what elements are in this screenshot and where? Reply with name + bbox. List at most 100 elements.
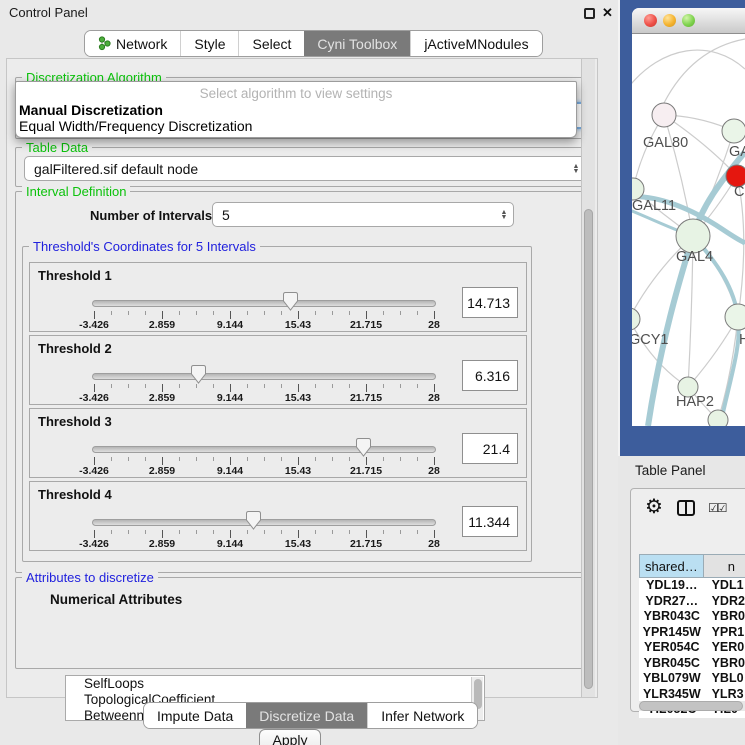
table-h-scrollbar-thumb[interactable] (639, 701, 743, 711)
threshold-slider-track[interactable] (92, 446, 436, 453)
column-header[interactable]: n (704, 554, 745, 578)
split-columns-icon[interactable] (677, 500, 695, 516)
panel-scrollbar-thumb[interactable] (584, 209, 593, 689)
table-cell[interactable]: YBR043C (639, 609, 705, 625)
minor-tick (196, 311, 197, 315)
threshold-value-field[interactable]: 14.713 (462, 287, 518, 318)
table-cell[interactable]: YER0 (705, 640, 745, 656)
gear-icon[interactable]: ⚙ (645, 497, 663, 517)
threshold-value-field[interactable]: 21.4 (462, 433, 518, 464)
table-cell[interactable]: YPR145W (639, 625, 705, 641)
table-cell[interactable]: YBL0 (705, 671, 745, 687)
algorithm-option-2[interactable]: Equal Width/Frequency Discretization (19, 118, 252, 134)
algorithm-option-1[interactable]: Manual Discretization (19, 102, 163, 118)
tab-network[interactable]: Network (85, 31, 180, 56)
major-tick (230, 311, 231, 319)
tab-cyni-toolbox[interactable]: Cyni Toolbox (304, 31, 410, 56)
float-window-icon[interactable] (584, 8, 595, 19)
tab-jactivemnodules[interactable]: jActiveMNodules (410, 31, 541, 56)
tab-infer-network[interactable]: Infer Network (367, 703, 477, 728)
tick-label: 2.859 (149, 392, 175, 404)
network-node[interactable] (676, 219, 710, 253)
table-data-combo[interactable]: galFiltered.sif default node ▲▼ (24, 156, 586, 181)
table-row[interactable]: YLR345WYLR3 (639, 687, 745, 703)
tab-discretize-data[interactable]: Discretize Data (246, 703, 367, 728)
network-edge[interactable] (664, 39, 745, 103)
tab-impute-data[interactable]: Impute Data (144, 703, 246, 728)
attribute-list-item[interactable]: SelfLoops (66, 676, 484, 692)
major-tick (230, 457, 231, 465)
network-node[interactable] (652, 103, 676, 127)
table-cell[interactable]: YPR1 (705, 625, 745, 641)
tab-style[interactable]: Style (180, 31, 238, 56)
table-cell[interactable]: YBR0 (705, 609, 745, 625)
table-cell[interactable]: YBL079W (639, 671, 705, 687)
checkbox-icons[interactable]: ☑☑ (708, 501, 726, 515)
thresholds-group: Threshold's Coordinates for 5 Intervals … (22, 246, 532, 562)
minor-tick (213, 384, 214, 388)
threshold-slider-track[interactable] (92, 300, 436, 307)
table-row[interactable]: YER054CYER0 (639, 640, 745, 656)
threshold-slider-handle[interactable] (283, 292, 298, 311)
close-icon[interactable]: ✕ (602, 5, 613, 21)
threshold-slider-handle[interactable] (356, 438, 371, 457)
number-of-intervals-combo[interactable]: 5 ▲▼ (212, 202, 514, 227)
table-cell[interactable]: YDR2 (705, 594, 745, 610)
table-row[interactable]: YDL19…YDL1 (639, 578, 745, 594)
close-traffic-light-icon[interactable] (644, 14, 657, 27)
table-row[interactable]: YBR043CYBR0 (639, 609, 745, 625)
minor-tick (400, 457, 401, 461)
minor-tick (349, 530, 350, 534)
table-row[interactable]: YPR145WYPR1 (639, 625, 745, 641)
minor-tick (145, 384, 146, 388)
table-cell[interactable]: YLR3 (705, 687, 745, 703)
table-cell[interactable]: YDR27… (639, 594, 705, 610)
minor-tick (179, 530, 180, 534)
column-header[interactable]: shared… (639, 554, 704, 578)
threshold-value-field[interactable]: 11.344 (462, 506, 518, 537)
table-cell[interactable]: YBR045C (639, 656, 705, 672)
panel-scrollbar[interactable] (581, 59, 595, 697)
major-tick (298, 311, 299, 319)
major-tick (366, 384, 367, 392)
threshold-slider-handle[interactable] (246, 511, 261, 530)
zoom-traffic-light-icon[interactable] (682, 14, 695, 27)
table-cell[interactable]: YBR0 (705, 656, 745, 672)
major-tick (366, 530, 367, 538)
threshold-slider-track[interactable] (92, 373, 436, 380)
node-label: H (739, 332, 745, 348)
table-row[interactable]: YDR27…YDR2 (639, 594, 745, 610)
minor-tick (247, 311, 248, 315)
network-node[interactable] (708, 410, 728, 426)
table-cell[interactable]: YDL19… (639, 578, 705, 594)
table-cell[interactable]: YLR345W (639, 687, 705, 703)
minor-tick (417, 311, 418, 315)
minor-tick (417, 384, 418, 388)
threshold-value-field[interactable]: 6.316 (462, 360, 518, 391)
tick-label: 15.43 (285, 465, 311, 477)
table-h-scrollbar[interactable] (639, 701, 745, 711)
network-icon (98, 36, 111, 51)
threshold-slider-handle[interactable] (191, 365, 206, 384)
apply-button[interactable]: Apply (259, 729, 321, 745)
combo-stepper-icon[interactable]: ▲▼ (495, 210, 513, 220)
numerical-attributes-label: Numerical Attributes (50, 592, 182, 607)
minor-tick (383, 311, 384, 315)
network-node[interactable] (722, 119, 745, 143)
network-node[interactable] (632, 308, 640, 330)
cyni-settings-panel: Discretization Algorithm ▲▼ Select algor… (6, 58, 598, 698)
table-row[interactable]: YBL079WYBL0 (639, 671, 745, 687)
minor-tick (332, 530, 333, 534)
minor-tick (247, 384, 248, 388)
table-cell[interactable]: YER054C (639, 640, 705, 656)
minor-tick (400, 530, 401, 534)
node-label: GAL80 (643, 135, 688, 151)
network-node[interactable] (725, 304, 745, 330)
tab-select[interactable]: Select (238, 31, 304, 56)
network-window-titlebar[interactable] (632, 8, 745, 34)
minimize-traffic-light-icon[interactable] (663, 14, 676, 27)
threshold-slider-track[interactable] (92, 519, 436, 526)
network-canvas[interactable]: GAL80GACGAL11GAL4GCY1HHAP2 (632, 34, 745, 426)
table-row[interactable]: YBR045CYBR0 (639, 656, 745, 672)
table-cell[interactable]: YDL1 (705, 578, 745, 594)
